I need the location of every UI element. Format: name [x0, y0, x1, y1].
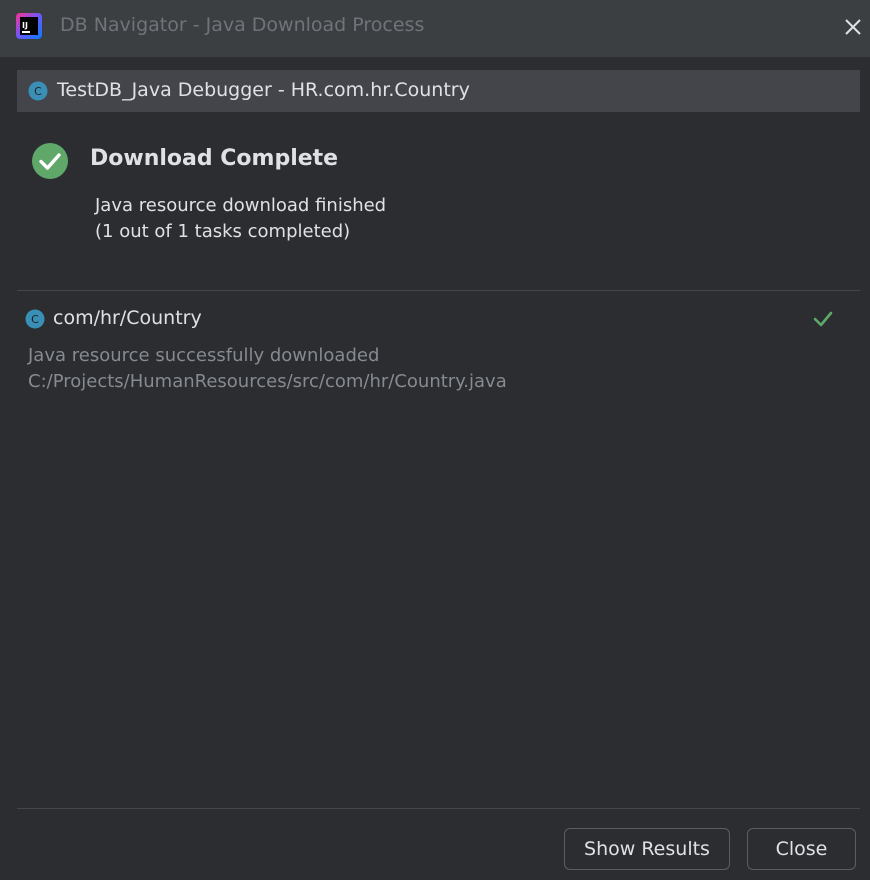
success-check-circle-icon: [32, 143, 68, 179]
title-bar[interactable]: IJ DB Navigator - Java Download Process: [0, 0, 870, 57]
task-message: Java resource successfully downloaded: [28, 345, 380, 366]
class-c-icon: C: [28, 81, 48, 101]
source-header: C TestDB_Java Debugger - HR.com.hr.Count…: [17, 70, 860, 112]
show-results-button[interactable]: Show Results: [564, 828, 730, 870]
divider: [17, 290, 860, 291]
task-name: com/hr/Country: [53, 307, 202, 329]
divider: [17, 808, 860, 809]
intellij-idea-icon: IJ: [16, 13, 42, 39]
close-icon[interactable]: [838, 12, 868, 42]
window-title: DB Navigator - Java Download Process: [60, 14, 425, 36]
svg-text:IJ: IJ: [22, 21, 28, 30]
svg-text:C: C: [31, 313, 39, 326]
task-file-path: C:/Projects/HumanResources/src/com/hr/Co…: [28, 371, 507, 392]
status-message: Java resource download finished: [95, 195, 387, 216]
check-icon: [813, 311, 833, 327]
class-c-icon: C: [25, 309, 45, 329]
download-process-dialog: IJ DB Navigator - Java Download Process …: [0, 0, 870, 880]
close-button[interactable]: Close: [747, 828, 856, 870]
status-title: Download Complete: [90, 146, 339, 171]
source-label: TestDB_Java Debugger - HR.com.hr.Country: [57, 79, 470, 101]
task-progress-text: (1 out of 1 tasks completed): [95, 221, 351, 242]
svg-text:C: C: [34, 85, 42, 98]
